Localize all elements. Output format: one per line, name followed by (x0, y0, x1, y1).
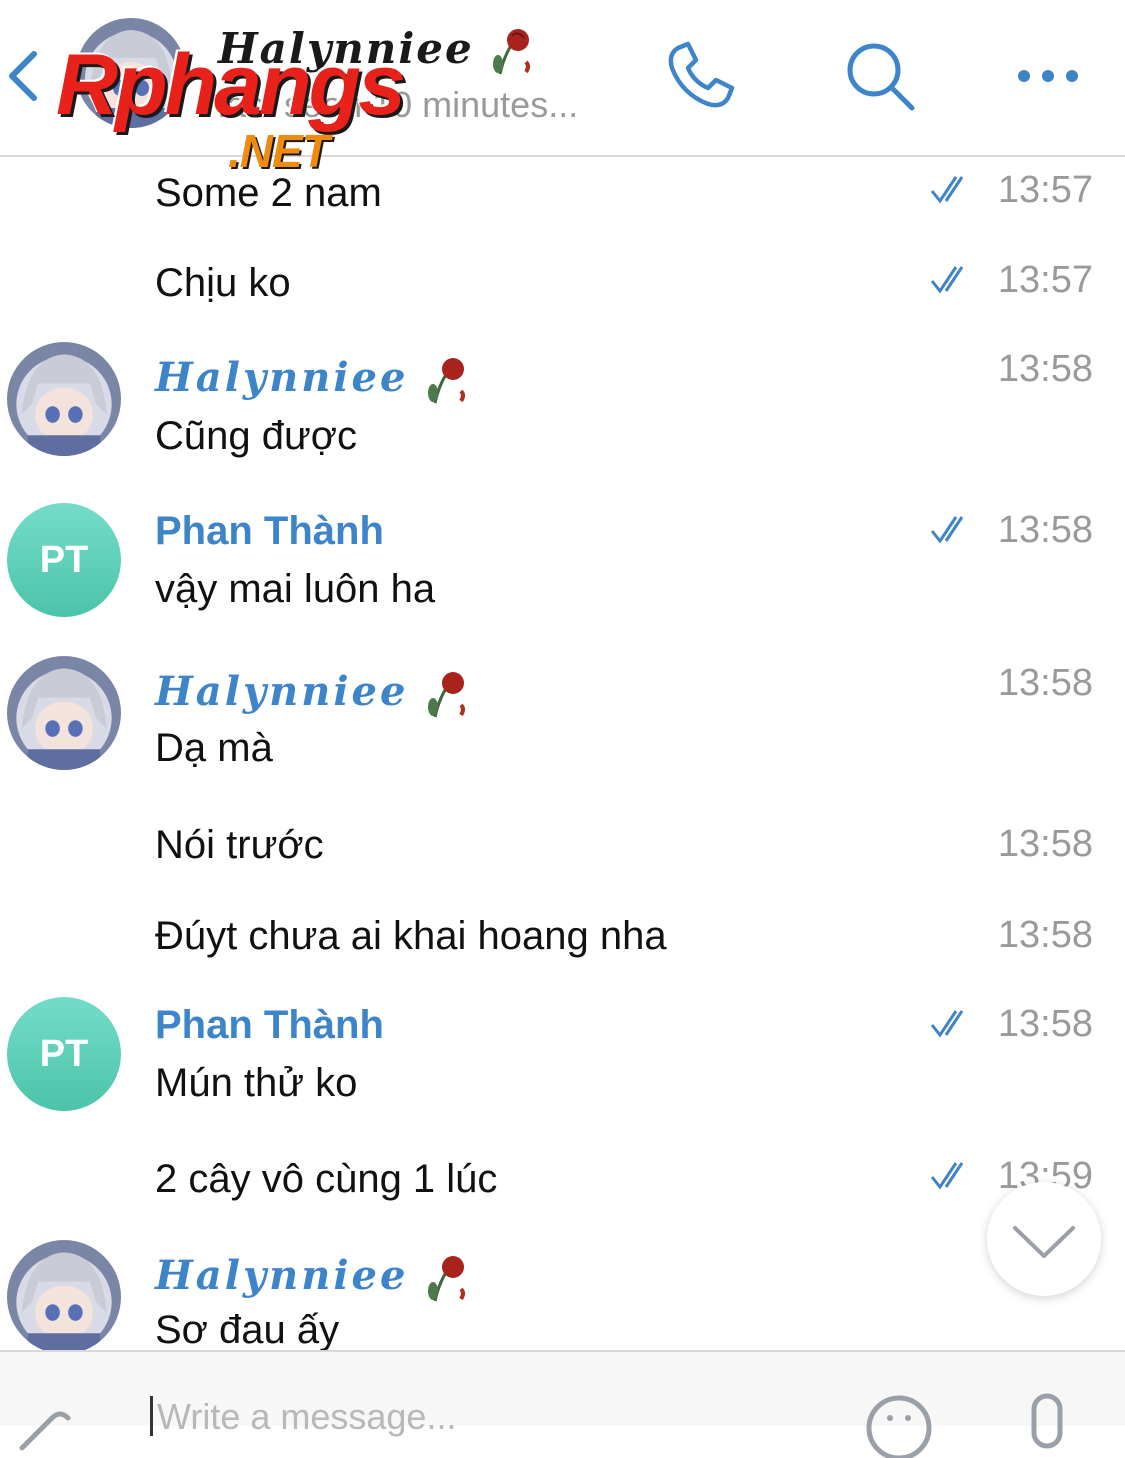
message-row[interactable]: PT Phan Thành Mún thử ko 13:58 (0, 997, 1125, 1127)
scroll-down-button[interactable] (987, 1182, 1101, 1296)
message-text: Nói trước (155, 823, 324, 867)
sender-name-text: Halynniee (155, 1252, 409, 1299)
read-check-icon (930, 176, 964, 204)
message-row[interactable]: Halynniee Dạ mà 13:58 (0, 656, 1125, 786)
rose-emoji-icon (428, 1256, 466, 1302)
read-check-icon (930, 1010, 964, 1038)
message-text: Some 2 nam (155, 171, 382, 215)
sender-avatar[interactable] (7, 342, 121, 456)
sender-name-text: Halynniee (155, 354, 409, 401)
sender-avatar[interactable]: PT (7, 997, 121, 1111)
message-row[interactable]: PT Phan Thành vậy mai luôn ha 13:58 (0, 503, 1125, 633)
sender-avatar[interactable]: PT (7, 503, 121, 617)
microphone-icon[interactable] (1012, 1388, 1082, 1458)
sender-avatar[interactable] (7, 1240, 121, 1350)
sender-name[interactable]: Halynniee (155, 668, 469, 721)
message-text: vậy mai luôn ha (155, 567, 436, 611)
message-row[interactable]: Halynniee Cũng được 13:58 (0, 342, 1125, 472)
message-time: 13:58 (997, 509, 1093, 551)
message-row[interactable]: Halynniee Sơ đau ấy (0, 1240, 1125, 1350)
phone-icon[interactable] (660, 36, 740, 116)
message-time: 13:57 (997, 259, 1093, 301)
read-check-icon (930, 266, 964, 294)
sender-name[interactable]: Halynniee (155, 1252, 469, 1305)
message-text: 2 cây vô cùng 1 lúc (155, 1157, 498, 1201)
read-check-icon (930, 516, 964, 544)
search-icon[interactable] (840, 36, 920, 116)
message-text: Đúyt chưa ai khai hoang nha (155, 914, 667, 958)
message-text: Cũng được (155, 414, 357, 458)
message-row[interactable]: Chịu ko 13:57 (0, 247, 1125, 327)
more-icon[interactable] (1008, 36, 1088, 116)
message-time: 13:58 (997, 662, 1093, 704)
sender-avatar[interactable] (7, 656, 121, 770)
message-time: 13:58 (997, 1003, 1093, 1045)
message-text: Mún thử ko (155, 1061, 358, 1105)
sender-name[interactable]: Phan Thành (155, 1003, 384, 1048)
rose-emoji-icon (428, 358, 466, 404)
emoji-icon[interactable] (864, 1388, 934, 1458)
message-row[interactable]: Đúyt chưa ai khai hoang nha 13:58 (0, 908, 1125, 988)
sender-name[interactable]: Halynniee (155, 354, 469, 407)
message-input[interactable]: Write a message... (150, 1396, 456, 1437)
message-time: 13:57 (997, 169, 1093, 211)
sender-name[interactable]: Phan Thành (155, 509, 384, 554)
chevron-down-icon (1013, 1226, 1075, 1258)
read-check-icon (930, 1162, 964, 1190)
message-list[interactable]: Some 2 nam 13:57 Chịu ko 13:57 Halynniee (0, 157, 1125, 1350)
attach-icon[interactable] (8, 1388, 78, 1458)
message-text: Dạ mà (155, 726, 273, 770)
chevron-left-icon[interactable] (4, 46, 44, 106)
message-text: Sơ đau ấy (155, 1308, 340, 1350)
rose-emoji-icon (428, 672, 466, 718)
chat-header: Halynniee last seen 10 minutes... Rphang… (0, 0, 1125, 177)
message-time: 13:58 (997, 823, 1093, 865)
message-text: Chịu ko (155, 261, 291, 305)
message-row[interactable]: Some 2 nam 13:57 (0, 157, 1125, 237)
rose-emoji-icon (493, 29, 531, 75)
message-input-bar: Write a message... (0, 1350, 1125, 1458)
watermark-logo: Rphangs (56, 37, 406, 133)
message-time: 13:58 (997, 914, 1093, 956)
message-time: 13:58 (997, 348, 1093, 390)
message-row[interactable]: Nói trước 13:58 (0, 817, 1125, 897)
sender-name-text: Halynniee (155, 668, 409, 715)
message-row[interactable]: 2 cây vô cùng 1 lúc 13:59 (0, 1153, 1125, 1233)
